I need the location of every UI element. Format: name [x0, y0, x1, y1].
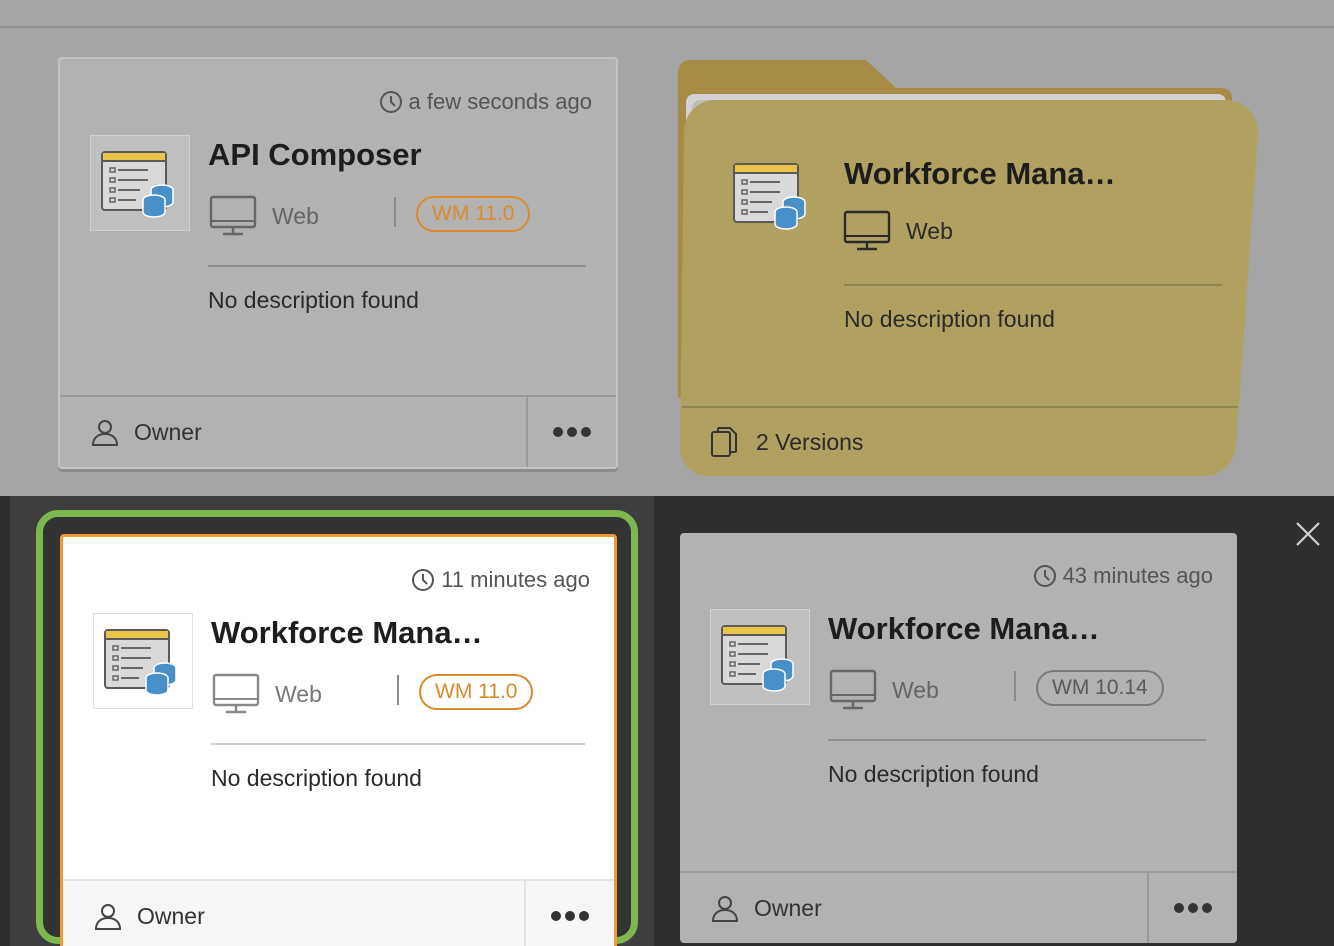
more-options-button[interactable]	[526, 397, 616, 467]
divider	[0, 26, 1334, 28]
close-icon[interactable]	[1294, 520, 1322, 548]
version-badge: WM 11.0	[419, 674, 534, 710]
dot	[579, 911, 589, 921]
monitor-icon	[212, 673, 260, 714]
time-label: a few seconds ago	[408, 89, 592, 114]
monitor-icon	[209, 195, 257, 236]
dot	[553, 427, 563, 437]
user-icon	[712, 896, 738, 922]
divider	[828, 739, 1206, 741]
divider	[211, 743, 585, 745]
app-icon	[101, 151, 174, 218]
project-title[interactable]: API Composer	[208, 137, 422, 173]
app-thumbnail	[732, 160, 812, 235]
project-description: No description found	[211, 765, 422, 791]
app-thumbnail	[93, 613, 193, 709]
card-footer: Owner	[680, 871, 1237, 943]
platform: Web	[828, 667, 939, 713]
user-icon	[95, 904, 121, 930]
platform-label: Web	[275, 680, 322, 707]
platform-label: Web	[892, 676, 939, 703]
last-modified: 43 minutes ago	[1033, 563, 1213, 589]
clock-icon	[412, 569, 435, 591]
project-description: No description found	[828, 761, 1039, 787]
dot	[1174, 903, 1184, 913]
app-icon	[733, 163, 806, 230]
platform: Web	[842, 208, 953, 254]
card-footer: Owner	[63, 879, 614, 946]
dot	[581, 427, 591, 437]
owner-text: Owner	[754, 894, 822, 921]
project-card-api-composer[interactable]: a few seconds ago API Composer Web WM 11…	[58, 57, 618, 469]
app-icon	[104, 629, 177, 696]
card-footer: Owner	[60, 395, 616, 467]
separator	[397, 675, 399, 705]
dot	[551, 911, 561, 921]
platform: Web	[208, 193, 319, 239]
last-modified: a few seconds ago	[379, 89, 592, 115]
separator	[1014, 671, 1016, 701]
folder-title[interactable]: Workforce Mana…	[844, 156, 1116, 192]
versions-toggle[interactable]: 2 Versions	[710, 426, 863, 458]
folder-description: No description found	[844, 306, 1055, 332]
dot	[565, 911, 575, 921]
time-label: 11 minutes ago	[441, 567, 590, 592]
app-icon	[721, 625, 794, 692]
monitor-icon	[843, 210, 891, 251]
owner-label: Owner	[680, 873, 1147, 943]
version-card-selected[interactable]: 11 minutes ago Workforce Mana… Web WM 11…	[60, 534, 617, 946]
clock-icon	[379, 91, 402, 113]
version-badge: WM 11.0	[416, 196, 531, 232]
app-thumbnail	[90, 135, 190, 231]
owner-label: Owner	[63, 881, 524, 946]
platform-label: Web	[906, 217, 953, 244]
owner-text: Owner	[134, 418, 202, 445]
user-icon	[92, 420, 118, 446]
platform: Web	[211, 671, 322, 717]
more-options-button[interactable]	[524, 881, 614, 946]
copy-icon	[711, 427, 737, 457]
version-card[interactable]: 43 minutes ago Workforce Mana… Web WM 10…	[680, 533, 1237, 943]
owner-label: Owner	[60, 397, 526, 467]
monitor-icon	[829, 669, 877, 710]
dot	[567, 427, 577, 437]
last-modified: 11 minutes ago	[411, 567, 590, 593]
dot	[1202, 903, 1212, 913]
more-options-button[interactable]	[1147, 873, 1237, 943]
clock-icon	[1033, 565, 1056, 587]
project-description: No description found	[208, 287, 419, 313]
project-title[interactable]: Workforce Mana…	[828, 611, 1100, 647]
app-thumbnail	[710, 609, 810, 705]
separator	[394, 197, 396, 227]
project-title[interactable]: Workforce Mana…	[211, 615, 483, 651]
platform-label: Web	[272, 202, 319, 229]
owner-text: Owner	[137, 902, 205, 929]
divider	[208, 265, 586, 267]
project-folder-workforce[interactable]: Workforce Mana… Web No description found…	[676, 58, 1264, 478]
version-badge: WM 10.14	[1036, 670, 1164, 706]
time-label: 43 minutes ago	[1062, 563, 1213, 588]
dot	[1188, 903, 1198, 913]
divider	[844, 284, 1222, 286]
versions-label: 2 Versions	[756, 428, 864, 455]
